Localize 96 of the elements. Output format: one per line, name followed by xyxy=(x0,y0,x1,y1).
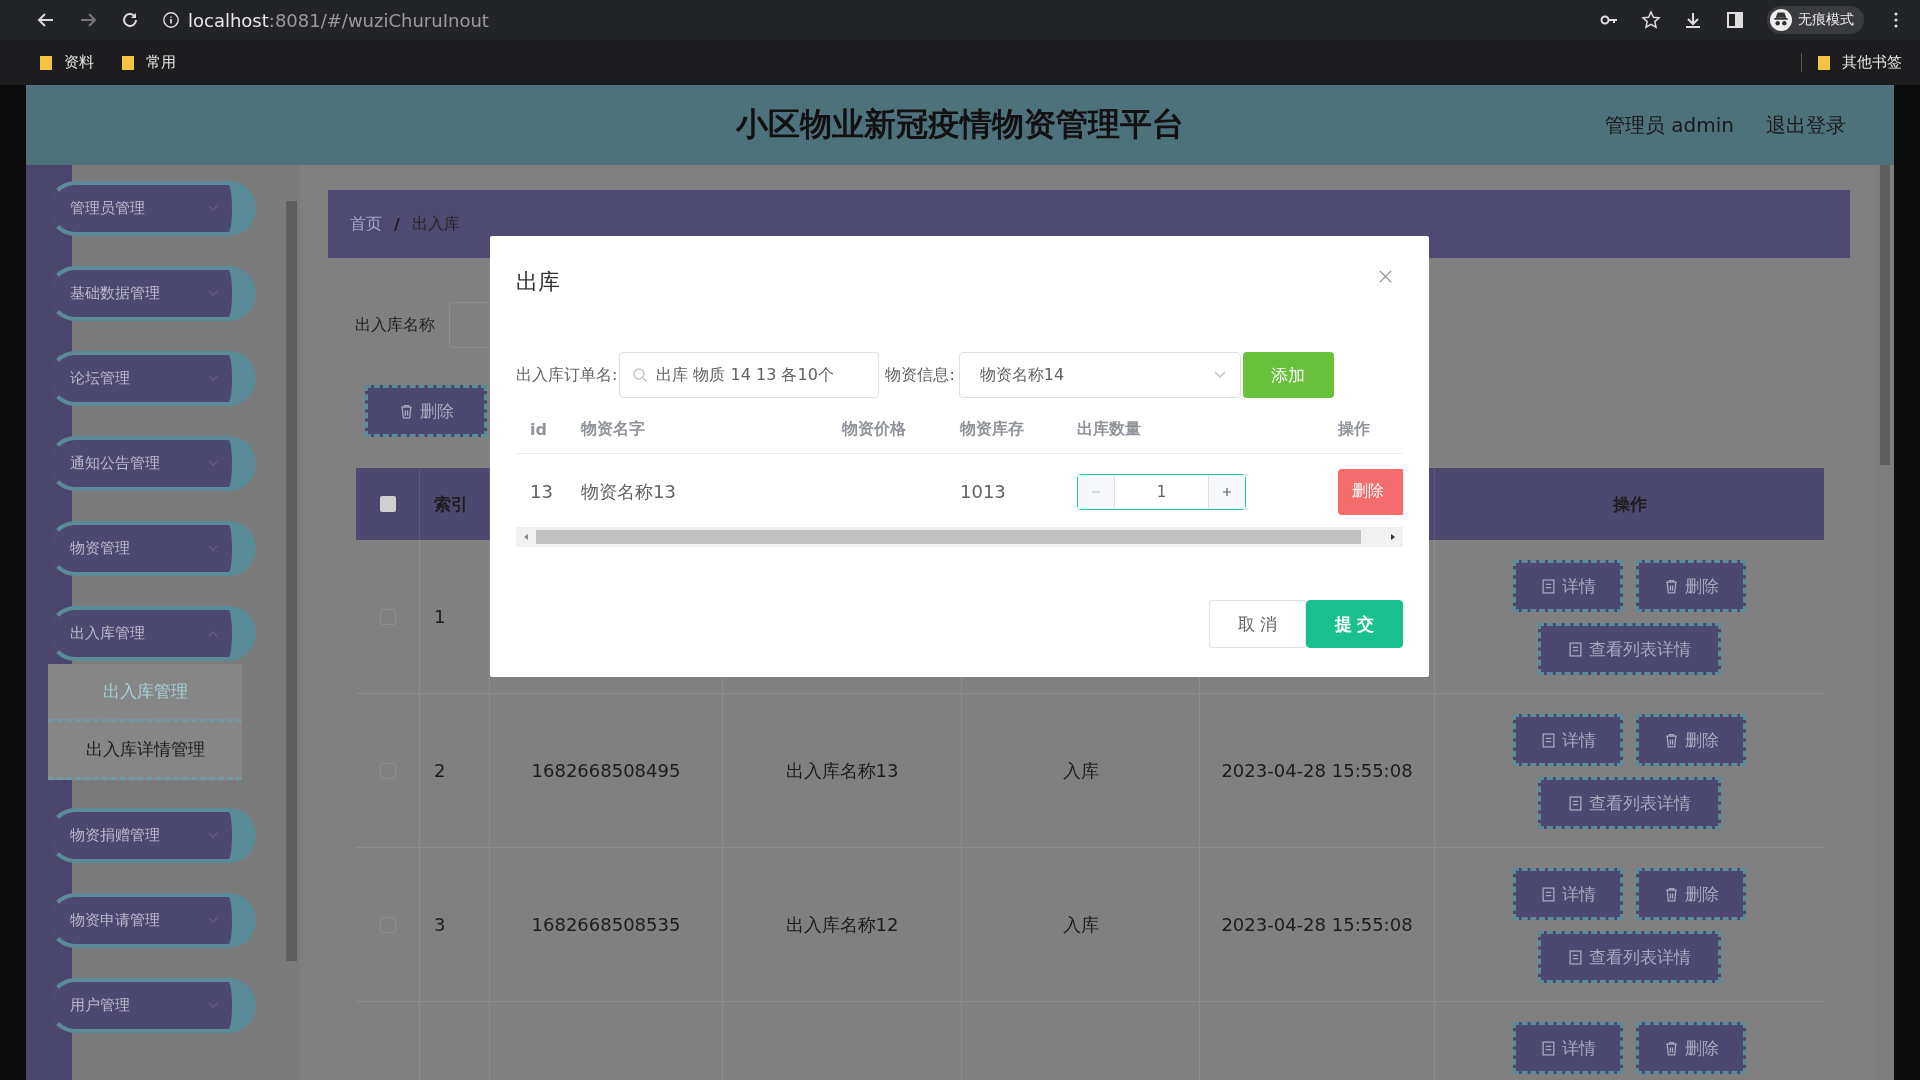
details-button[interactable]: 详情 xyxy=(1513,1022,1623,1074)
document-icon xyxy=(1540,578,1556,594)
document-icon xyxy=(1540,732,1556,748)
column-header: 物资库存 xyxy=(960,418,1025,440)
table-cell: 1682668508495 xyxy=(531,760,681,781)
trash-icon xyxy=(398,403,414,419)
document-icon xyxy=(1568,795,1583,811)
user-label: 管理员 admin xyxy=(1604,111,1734,139)
scrollbar[interactable] xyxy=(1876,165,1894,1080)
document-icon xyxy=(1540,886,1556,902)
folder-icon xyxy=(1818,54,1832,71)
trash-icon xyxy=(1663,886,1679,902)
menu-item[interactable]: 论坛管理 xyxy=(48,351,256,406)
bookmark[interactable]: 常用 xyxy=(122,53,176,72)
order-name-field[interactable]: 出库 物质 14 13 各10个 xyxy=(619,352,880,398)
submenu-item[interactable]: 出入库管理 xyxy=(48,664,242,722)
table-cell: 出入库名称13 xyxy=(785,758,899,783)
chevron-icon xyxy=(1213,371,1226,379)
details-button[interactable]: 详情 xyxy=(1513,868,1623,920)
profile-button[interactable]: 无痕模式 xyxy=(1767,6,1864,34)
breadcrumb-item[interactable]: 首页 xyxy=(350,213,382,235)
scrollbar[interactable] xyxy=(516,527,1403,547)
table-cell: 1682668508535 xyxy=(531,914,681,935)
star-icon[interactable] xyxy=(1641,10,1661,30)
download-icon[interactable] xyxy=(1683,10,1703,30)
delete-button[interactable]: 删除 xyxy=(1636,560,1746,612)
close-icon[interactable] xyxy=(1378,268,1393,284)
menu-item[interactable]: 用户管理 xyxy=(48,978,256,1033)
list-details-button[interactable]: 查看列表详情 xyxy=(1538,623,1721,675)
column-header: 物资名字 xyxy=(581,418,646,440)
bookmark[interactable]: 资料 xyxy=(40,53,94,72)
column-header: 出库数量 xyxy=(1077,418,1142,440)
dialog-title: 出库 xyxy=(516,268,560,296)
app-title: 小区物业新冠疫情物资管理平台 xyxy=(736,104,1184,145)
select-all-checkbox[interactable] xyxy=(379,496,396,512)
breadcrumb-item: 出入库 xyxy=(411,213,460,235)
table-cell-text: 13 xyxy=(529,481,554,502)
table-cell: 入库 xyxy=(1062,758,1099,783)
table-cell: 1 xyxy=(434,606,446,627)
bookmark[interactable]: 其他书签 xyxy=(1801,53,1902,72)
breadcrumb-separator: / xyxy=(394,214,400,234)
folder-icon xyxy=(122,54,136,71)
table-cell: 2023-04-28 15:55:08 xyxy=(1221,760,1413,781)
trash-icon xyxy=(1663,578,1679,594)
table-cell: 入库 xyxy=(1062,912,1099,937)
material-select[interactable]: 物资名称14 xyxy=(958,352,1241,398)
reload-icon[interactable] xyxy=(120,10,140,30)
scroll-left-icon[interactable] xyxy=(522,533,530,541)
table-cell: 2 xyxy=(434,760,446,781)
menu-item[interactable]: 物资捐赠管理 xyxy=(48,808,256,863)
document-icon xyxy=(1568,641,1583,657)
menu-item[interactable]: 管理员管理 xyxy=(48,181,256,236)
list-details-button[interactable]: 查看列表详情 xyxy=(1538,931,1721,983)
column-header: id xyxy=(529,419,548,439)
details-button[interactable]: 详情 xyxy=(1513,560,1623,612)
menu-item[interactable]: 基础数据管理 xyxy=(48,266,256,321)
column-header: 物资价格 xyxy=(842,418,907,440)
search-icon xyxy=(632,367,649,383)
document-icon xyxy=(1568,949,1583,965)
incognito-icon xyxy=(1770,9,1792,31)
trash-icon xyxy=(1663,1040,1679,1056)
delete-button[interactable]: 删除 xyxy=(1636,714,1746,766)
menu-item[interactable]: 出入库管理 xyxy=(48,606,256,661)
column-header: 操作 xyxy=(1611,492,1648,516)
field-label: 出入库订单名: xyxy=(516,364,618,386)
submit-button[interactable]: 提 交 xyxy=(1306,600,1403,648)
cancel-button[interactable]: 取 消 xyxy=(1209,600,1306,648)
table-cell: 3 xyxy=(434,914,446,935)
quantity-stepper[interactable]: 1 xyxy=(1077,473,1246,510)
trash-icon xyxy=(1663,732,1679,748)
delete-button[interactable]: 删除 xyxy=(1636,1022,1746,1074)
search-label: 出入库名称 xyxy=(355,314,435,336)
menu-item[interactable]: 物资申请管理 xyxy=(48,893,256,948)
column-header: 操作 xyxy=(1338,418,1371,440)
add-button[interactable]: 添加 xyxy=(1242,352,1334,398)
table-cell: 出入库名称12 xyxy=(785,912,899,937)
sidebar-icon[interactable] xyxy=(1725,10,1745,30)
address-bar[interactable]: localhost:8081/#/wuziChuruInout xyxy=(188,9,489,31)
submenu-item[interactable]: 出入库详情管理 xyxy=(48,722,242,780)
field-label: 物资信息: xyxy=(885,364,955,386)
table-cell-text: 物资名称13 xyxy=(581,479,677,504)
delete-button[interactable]: 删除 xyxy=(1636,868,1746,920)
plus-icon[interactable] xyxy=(1222,486,1232,497)
menu-item[interactable]: 通知公告管理 xyxy=(48,436,256,491)
document-icon xyxy=(1540,1040,1556,1056)
menu-item[interactable]: 物资管理 xyxy=(48,521,256,576)
table-cell-text: 1013 xyxy=(960,481,1007,502)
delete-button[interactable]: 删除 xyxy=(365,385,487,437)
details-button[interactable]: 详情 xyxy=(1513,714,1623,766)
table-cell: 2023-04-28 15:55:08 xyxy=(1221,914,1413,935)
scroll-right-icon[interactable] xyxy=(1389,533,1397,541)
logout-link[interactable]: 退出登录 xyxy=(1766,111,1846,139)
list-details-button[interactable]: 查看列表详情 xyxy=(1538,777,1721,829)
delete-button[interactable]: 删除 xyxy=(1338,468,1403,515)
folder-icon xyxy=(40,54,54,71)
info-icon[interactable] xyxy=(162,11,180,29)
